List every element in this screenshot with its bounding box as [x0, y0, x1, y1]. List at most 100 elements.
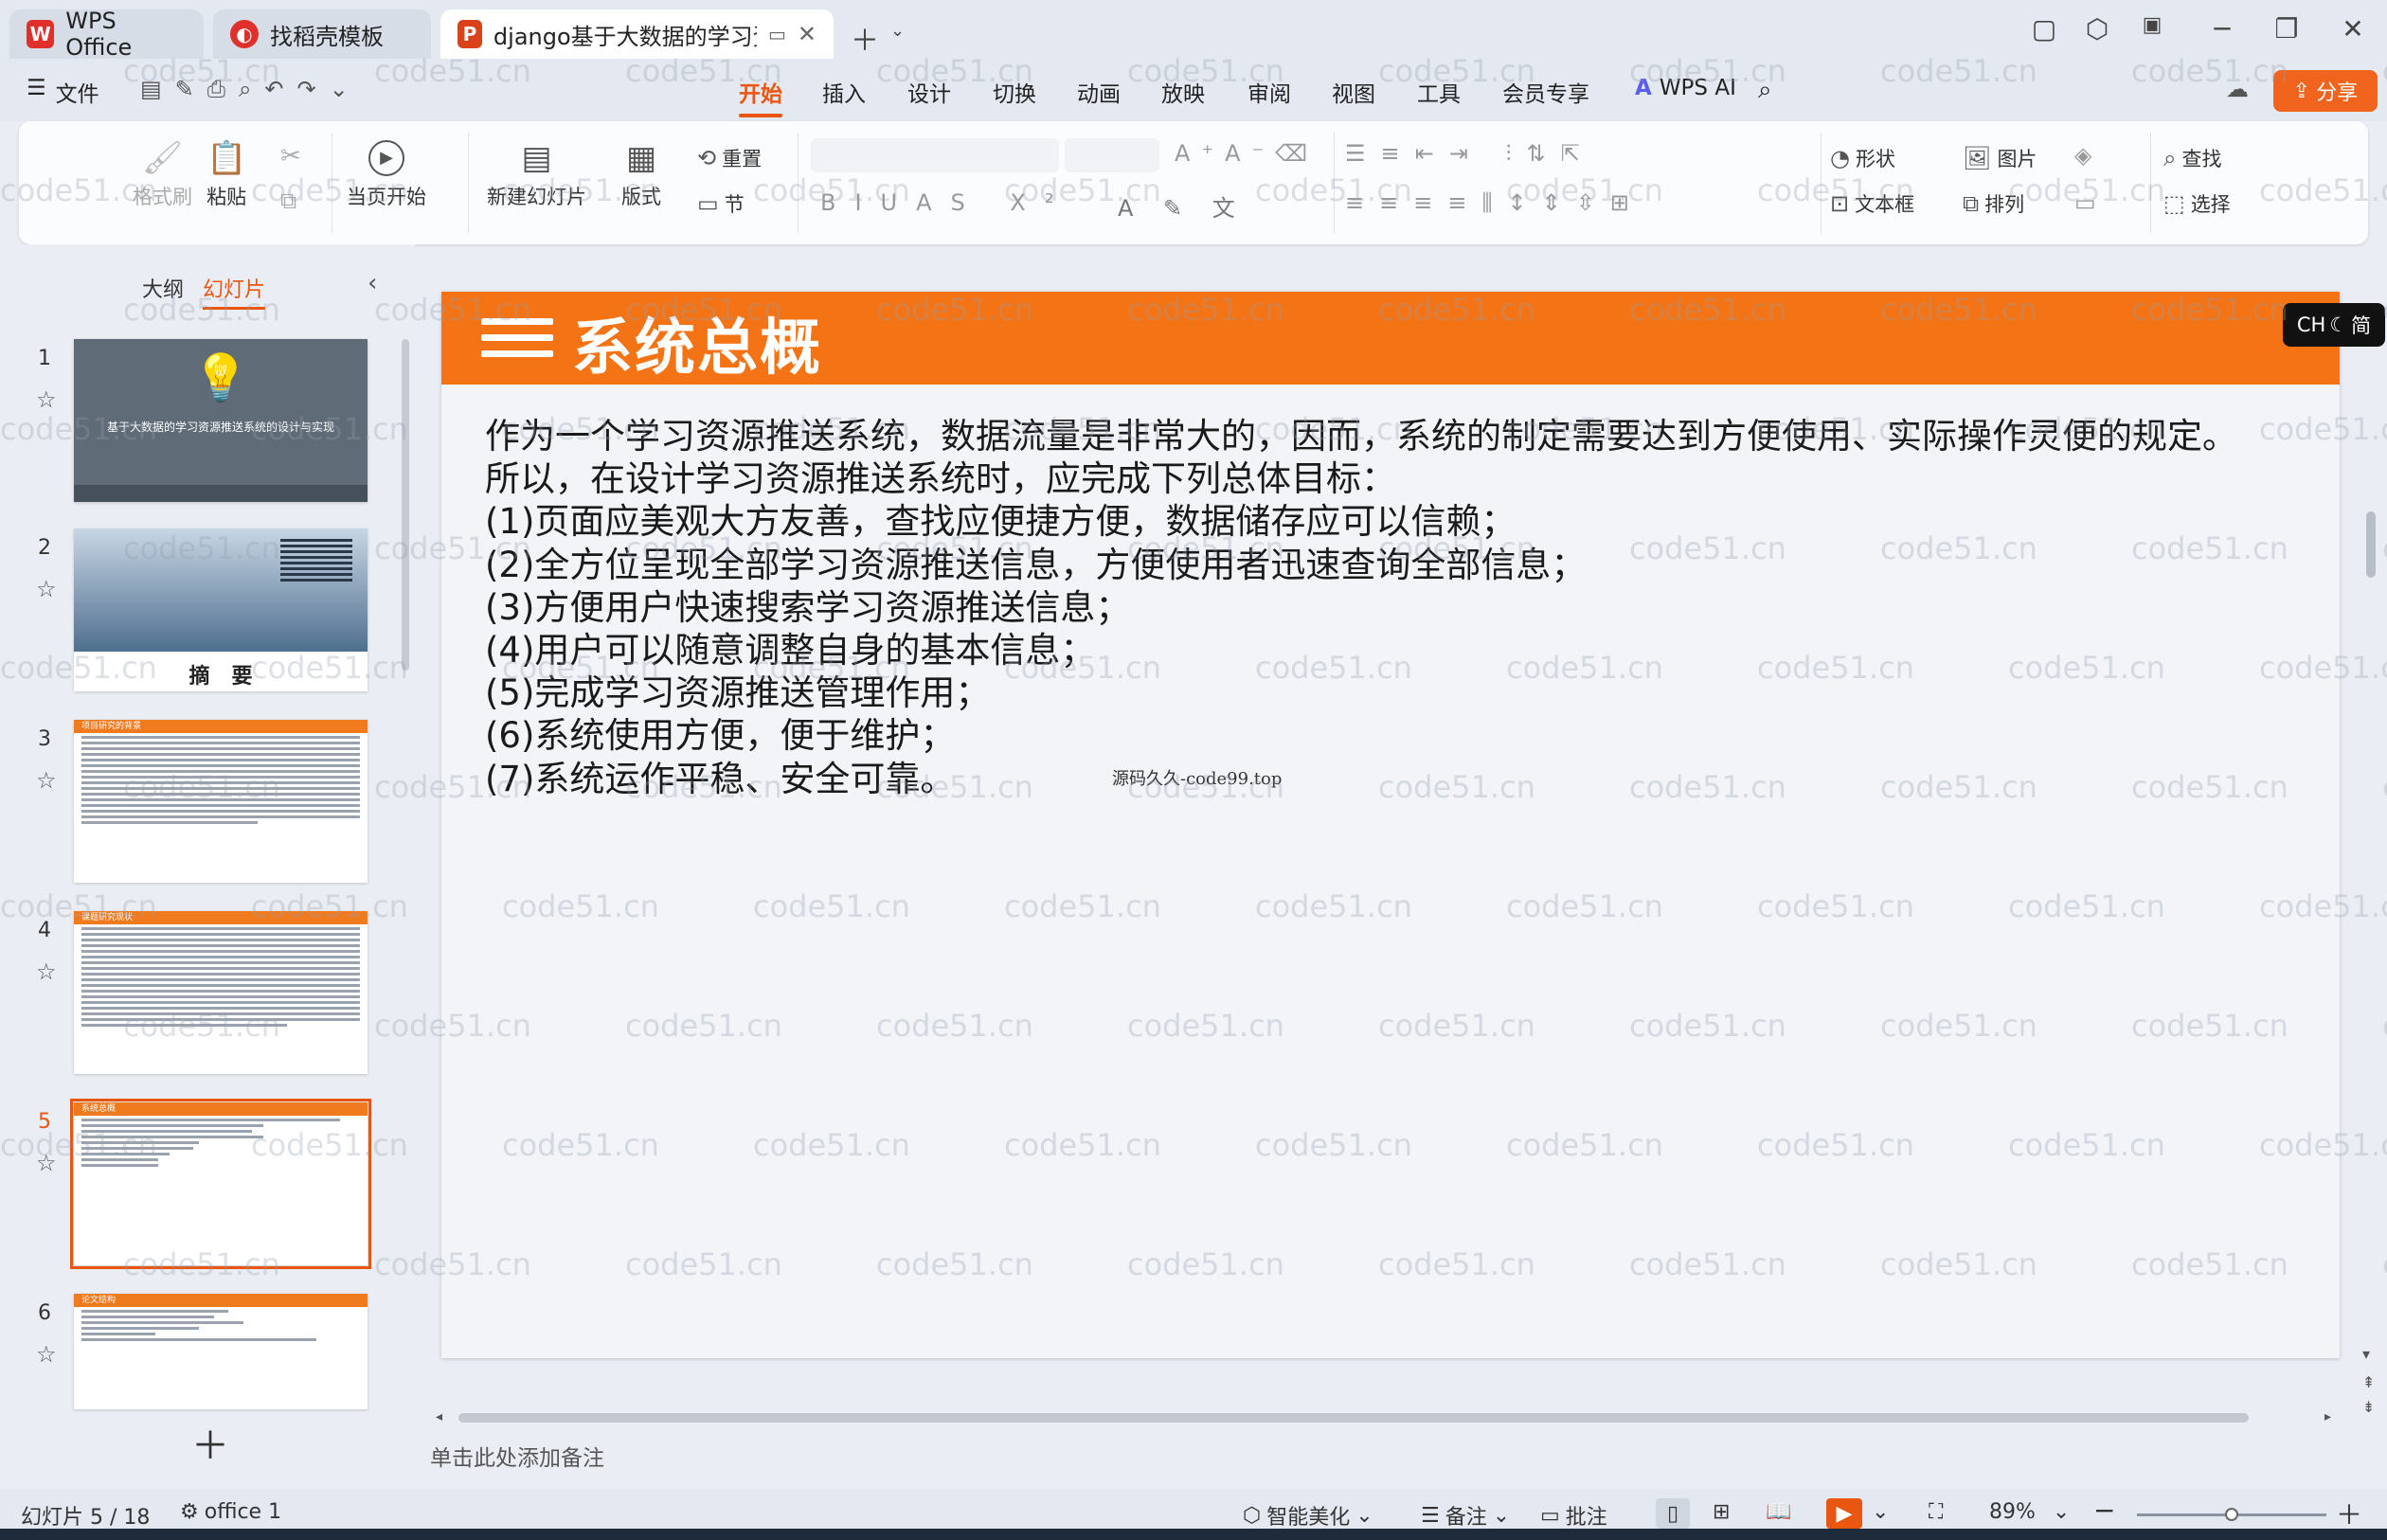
text-format-icons[interactable]: BIUAS X² [820, 189, 1072, 216]
textbox-button[interactable]: ⊡ 文本框 [1830, 189, 1914, 218]
notes-area[interactable]: 单击此处添加备注 [430, 1430, 2372, 1489]
chevron-down-icon[interactable]: ⌄ [1872, 1500, 1889, 1524]
menu-insert[interactable]: 插入 [822, 76, 866, 108]
cloud-icon[interactable]: ☁ [2226, 76, 2249, 102]
menu-transition[interactable]: 切换 [993, 76, 1036, 108]
scroll-down-icon[interactable]: ▾ [2362, 1345, 2370, 1363]
close-window-icon[interactable]: ✕ [2336, 13, 2370, 45]
fit-window-icon[interactable]: ⛶ [1929, 1500, 1943, 1524]
slide-title[interactable]: 系统总概 [572, 299, 822, 386]
new-slide-button[interactable]: ▤ 新建幻灯片 [487, 140, 586, 210]
scroll-left-icon[interactable]: ◂ [436, 1409, 442, 1424]
star-icon[interactable]: ☆ [36, 1341, 57, 1368]
shape-button[interactable]: ◔ 形状 [1830, 144, 1895, 172]
star-icon[interactable]: ☆ [36, 767, 57, 794]
section-button[interactable]: ▭ 节 [697, 189, 745, 218]
theme-indicator[interactable]: ⚙ office 1 [180, 1500, 281, 1524]
fill-icon[interactable]: ◈ [2074, 142, 2091, 169]
normal-view-icon[interactable]: ▯ [1656, 1498, 1690, 1529]
search-icon[interactable]: ⌕ [1758, 76, 1772, 105]
outline-tab[interactable]: 大纲 [142, 273, 184, 303]
tab-template[interactable]: ◐ 找稻壳模板 [213, 9, 431, 59]
font-family-select[interactable] [811, 138, 1059, 172]
format-painter-button[interactable]: 🖌 格式刷 [133, 140, 192, 210]
menu-review[interactable]: 审阅 [1247, 76, 1291, 108]
vertical-scrollbar[interactable]: ▾ ⇞ ⇟ [2359, 284, 2387, 1421]
beautify-button[interactable]: ⬡ 智能美化 ⌄ [1243, 1500, 1373, 1531]
screen-icon[interactable]: ▭ [768, 23, 786, 45]
cut-icon[interactable]: ✂ [280, 142, 301, 170]
quick-access-icons[interactable]: ▤✎⎙⌕↶↷⌄ [140, 76, 362, 102]
minimize-icon[interactable]: ─ [2205, 13, 2239, 45]
from-current-button[interactable]: ▶ 当页开始 [347, 140, 426, 210]
menu-tools[interactable]: 工具 [1417, 76, 1461, 108]
slide-body-text[interactable]: 作为一个学习资源推送系统，数据流量是非常大的，因而，系统的制定需要达到方便使用、… [485, 415, 2237, 800]
scroll-thumb[interactable] [458, 1413, 2249, 1423]
slide-thumbnail-1[interactable]: 💡 基于大数据的学习资源推送系统的设计与实现 [74, 339, 368, 502]
slide-thumbnail-3[interactable]: 项目研究的背景 [74, 720, 368, 883]
tab-list-chevron-icon[interactable]: ⌄ [890, 21, 905, 41]
arrange-button[interactable]: ⧉ 排列 [1963, 189, 2024, 218]
slide-thumbnail-4[interactable]: 课题研究现状 [74, 911, 368, 1074]
thumbnail-scrollbar[interactable] [402, 339, 409, 671]
horizontal-scrollbar[interactable]: ◂ ▸ [436, 1409, 2340, 1426]
scroll-right-icon[interactable]: ▸ [2324, 1409, 2331, 1424]
wps-ai-button[interactable]: A WPS AI [1635, 76, 1736, 100]
copy-icon[interactable]: ⧉ [280, 188, 296, 214]
window-mode-icon[interactable]: ▢ [2027, 13, 2061, 45]
play-slideshow-icon[interactable]: ▶ [1826, 1498, 1862, 1529]
star-icon[interactable]: ☆ [36, 1150, 57, 1176]
slide-canvas[interactable]: 系统总概 作为一个学习资源推送系统，数据流量是非常大的，因而，系统的制定需要达到… [441, 292, 2340, 1358]
select-button[interactable]: ⬚ 选择 [2163, 189, 2231, 218]
paste-button[interactable]: 📋 粘贴 [206, 140, 246, 210]
align-icons[interactable]: ≡≡≡≡⫼↕⇕⇳⊞ [1345, 189, 1644, 216]
file-menu[interactable]: ☰ 文件 [27, 76, 99, 108]
font-color-icons[interactable]: A ✎ 文 [1118, 189, 1247, 223]
outline-icon[interactable]: ▭ [2074, 189, 2096, 216]
next-slide-icon[interactable]: ⇟ [2362, 1398, 2375, 1416]
maximize-icon[interactable]: ❐ [2270, 13, 2304, 45]
menu-member[interactable]: 会员专享 [1502, 76, 1589, 108]
slide-thumbnail-2[interactable]: 摘 要 [74, 528, 368, 691]
zoom-select[interactable]: 89% ⌄ [1989, 1500, 2070, 1524]
star-icon[interactable]: ☆ [36, 958, 57, 985]
zoom-out-icon[interactable]: − [2093, 1495, 2115, 1526]
reset-button[interactable]: ⟲ 重置 [697, 144, 762, 172]
star-icon[interactable]: ☆ [36, 576, 57, 602]
menu-view[interactable]: 视图 [1332, 76, 1375, 108]
picture-button[interactable]: 🖼 图片 [1963, 144, 2037, 172]
tab-wps-office[interactable]: W WPS Office [9, 8, 204, 61]
avatar[interactable]: ▣ [2135, 13, 2169, 37]
reading-view-icon[interactable]: 📖 [1766, 1500, 1791, 1524]
slide-thumbnail-5[interactable]: 系统总概 [70, 1099, 371, 1269]
menu-design[interactable]: 设计 [907, 76, 951, 108]
menu-slideshow[interactable]: 放映 [1161, 76, 1205, 108]
scroll-thumb[interactable] [2366, 511, 2376, 578]
star-icon[interactable]: ☆ [36, 386, 57, 413]
share-button[interactable]: ⇪ 分享 [2273, 70, 2378, 112]
arrange-label: 排列 [1984, 193, 2025, 216]
collapse-pane-icon[interactable]: ‹ [368, 269, 377, 297]
slide-sorter-icon[interactable]: ⊞ [1713, 1500, 1730, 1524]
list-indent-icons[interactable]: ☰≡⇤⇥ ⫶⇅⇱ [1345, 140, 1595, 167]
layout-button[interactable]: ▦ 版式 [621, 140, 661, 210]
slides-tab[interactable]: 幻灯片 [203, 273, 266, 310]
zoom-in-icon[interactable]: ＋ [2336, 1495, 2362, 1532]
comments-button[interactable]: ▭ 批注 [1540, 1500, 1607, 1531]
menu-animation[interactable]: 动画 [1077, 76, 1121, 108]
close-tab-icon[interactable]: ✕ [798, 21, 817, 47]
cube-icon[interactable]: ⬡ [2080, 13, 2114, 45]
add-slide-icon[interactable]: ＋ [191, 1415, 229, 1470]
tab-document[interactable]: P django基于大数据的学习资源 ▭ ✕ [440, 9, 834, 59]
prev-slide-icon[interactable]: ⇞ [2362, 1373, 2375, 1391]
zoom-slider[interactable] [2137, 1508, 2326, 1521]
font-size-adjust-icons[interactable]: A⁺A⁻⌫ [1175, 140, 1319, 167]
new-tab-icon[interactable]: ＋ [851, 17, 879, 59]
menu-home[interactable]: 开始 [739, 76, 782, 117]
zoom-slider-handle[interactable] [2225, 1508, 2238, 1521]
slide-thumbnail-6[interactable]: 论文结构 [74, 1294, 368, 1409]
font-size-select[interactable] [1065, 138, 1159, 172]
notes-toggle-button[interactable]: ☰ 备注 ⌄ [1421, 1500, 1510, 1531]
separator [2150, 133, 2151, 233]
find-button[interactable]: ⌕ 查找 [2163, 144, 2221, 172]
